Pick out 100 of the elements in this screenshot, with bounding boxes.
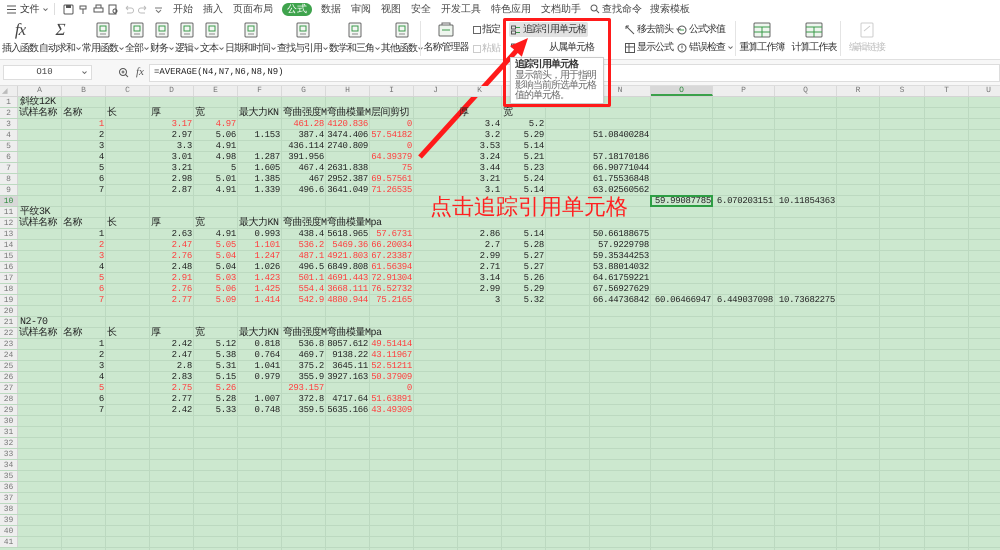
function-button[interactable]: fx 插入函数	[2, 20, 38, 56]
table-cell[interactable]: 5.29	[524, 130, 544, 141]
table-cell[interactable]: 厚	[151, 108, 160, 119]
row-header[interactable]: 6	[0, 152, 18, 163]
table-cell[interactable]: 372.8	[298, 394, 324, 405]
table-cell[interactable]: 0.748	[254, 405, 280, 416]
ribbon-button[interactable]: 指定	[473, 22, 501, 37]
table-cell[interactable]: 厚	[151, 328, 160, 339]
tab[interactable]: 开发工具	[440, 2, 482, 16]
tab[interactable]: 插入	[202, 2, 224, 16]
row-header[interactable]: 19	[0, 295, 18, 306]
table-cell[interactable]: 4.91	[216, 185, 236, 196]
table-cell[interactable]: 长	[107, 218, 116, 229]
table-cell[interactable]: 2.77	[172, 394, 192, 405]
ribbon-button[interactable]: 追踪引用单元格	[509, 22, 588, 37]
table-cell[interactable]: 5	[98, 163, 104, 174]
table-cell[interactable]: 弯曲强度M	[283, 108, 327, 119]
row-header[interactable]: 11	[0, 207, 18, 218]
row-header[interactable]: 9	[0, 185, 18, 196]
column-header[interactable]: D	[150, 86, 194, 96]
table-cell[interactable]: 3645.11	[332, 361, 368, 372]
table-cell[interactable]: 1.385	[254, 174, 280, 185]
row-header[interactable]: 2	[0, 108, 18, 119]
table-cell[interactable]: 5	[230, 163, 236, 174]
table-cell[interactable]: 3.2	[484, 130, 500, 141]
table-cell[interactable]: 4.98	[216, 152, 236, 163]
table-cell[interactable]: 66.44736842	[592, 295, 649, 306]
file-menu[interactable]: 文件	[20, 2, 48, 16]
table-cell[interactable]: 3.53	[480, 141, 500, 152]
table-cell[interactable]: 387.4	[298, 130, 324, 141]
table-cell[interactable]: 1.287	[254, 152, 280, 163]
table-cell[interactable]: 弯曲模量M	[327, 108, 371, 119]
table-cell[interactable]: 3.24	[480, 152, 500, 163]
table-cell[interactable]: 6.070203151	[716, 196, 773, 207]
command-search[interactable]: 查找命令	[590, 2, 642, 16]
table-cell[interactable]: 斜纹12K	[20, 97, 56, 108]
tab[interactable]: 审阅	[350, 2, 372, 16]
table-cell[interactable]: 2.48	[172, 262, 192, 273]
column-header[interactable]: R	[837, 86, 880, 96]
tab[interactable]: 数据	[320, 2, 342, 16]
table-cell[interactable]: 平纹3K	[20, 207, 50, 218]
table-cell[interactable]: 试样名称	[19, 328, 57, 339]
table-cell[interactable]: 最大力KN	[239, 328, 279, 339]
table-cell[interactable]: 3	[98, 141, 104, 152]
table-cell[interactable]: 467	[308, 174, 324, 185]
table-cell[interactable]: 试样名称	[19, 218, 57, 229]
row-header[interactable]: 15	[0, 251, 18, 262]
table-cell[interactable]: 0.818	[254, 339, 280, 350]
table-cell[interactable]: 2.83	[172, 372, 192, 383]
table-cell[interactable]: 2.98	[172, 174, 192, 185]
table-cell[interactable]: 5.26	[524, 273, 544, 284]
table-cell[interactable]: 1.605	[254, 163, 280, 174]
function-button[interactable]: 财务	[150, 20, 174, 56]
table-cell[interactable]: 5635.166	[327, 405, 368, 416]
column-header[interactable]: Q	[775, 86, 837, 96]
table-cell[interactable]: 5.38	[216, 350, 236, 361]
table-cell[interactable]: 6.449037098	[716, 295, 773, 306]
row-header[interactable]: 20	[0, 306, 18, 317]
row-header[interactable]: 18	[0, 284, 18, 295]
table-cell[interactable]: 8057.612	[327, 339, 368, 350]
table-cell[interactable]: 7	[98, 185, 104, 196]
table-cell[interactable]: 最大力KN	[239, 108, 279, 119]
column-header[interactable]: H	[326, 86, 370, 96]
row-header[interactable]: 14	[0, 240, 18, 251]
table-cell[interactable]: N2-70	[20, 317, 48, 328]
table-cell[interactable]: 最大力KN	[239, 218, 279, 229]
table-cell[interactable]: 5.04	[216, 262, 236, 273]
table-cell[interactable]: 宽	[195, 218, 204, 229]
table-cell[interactable]: 57.9229798	[598, 240, 649, 251]
table-cell[interactable]: 59.35344253	[592, 251, 649, 262]
table-cell[interactable]: 375.2	[298, 361, 324, 372]
row-header[interactable]: 30	[0, 416, 18, 427]
row-header[interactable]: 8	[0, 174, 18, 185]
table-cell[interactable]: 5.28	[524, 240, 544, 251]
table-cell[interactable]: 3.21	[480, 174, 500, 185]
table-cell[interactable]: 长	[107, 328, 116, 339]
row-header[interactable]: 22	[0, 328, 18, 339]
tab[interactable]: 安全	[410, 2, 432, 16]
table-cell[interactable]: 6	[98, 394, 104, 405]
row-header[interactable]: 41	[0, 537, 18, 548]
table-cell[interactable]: 10.73682275	[778, 295, 835, 306]
column-header[interactable]: E	[194, 86, 238, 96]
table-cell[interactable]: 2	[98, 130, 104, 141]
tab[interactable]: 页面布局	[232, 2, 274, 16]
table-cell[interactable]: 层间剪切	[371, 108, 409, 119]
table-cell[interactable]: 10.11854363	[778, 196, 835, 207]
table-cell[interactable]: 436.114	[288, 141, 324, 152]
table-cell[interactable]: 496.6	[298, 185, 324, 196]
table-cell[interactable]: 5.29	[524, 284, 544, 295]
table-cell[interactable]: 5.14	[524, 185, 544, 196]
table-cell[interactable]: 536.8	[298, 339, 324, 350]
table-cell[interactable]: 355.9	[298, 372, 324, 383]
table-cell[interactable]: 5.23	[524, 163, 544, 174]
row-header[interactable]: 21	[0, 317, 18, 328]
table-cell[interactable]: 2.86	[480, 229, 500, 240]
table-cell[interactable]: 3.14	[480, 273, 500, 284]
table-cell[interactable]: 2.47	[172, 350, 192, 361]
table-cell[interactable]: 3	[98, 361, 104, 372]
table-cell[interactable]: 2952.387	[327, 174, 368, 185]
function-button[interactable]: 查找与引用	[277, 20, 328, 56]
